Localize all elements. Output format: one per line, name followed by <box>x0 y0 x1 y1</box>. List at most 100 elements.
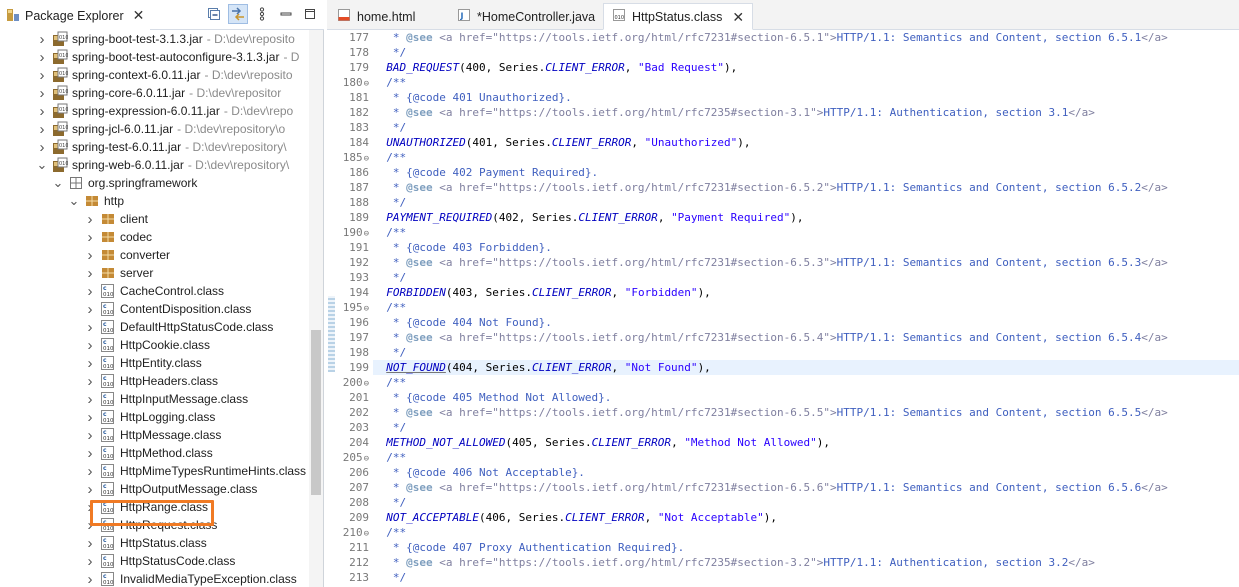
class-file-icon: 010 c <box>100 463 116 479</box>
tree-jar-item[interactable]: › 010 spring-core-6.0.11.jar - D:\dev\repos… <box>0 84 282 102</box>
chevron-right-icon[interactable]: › <box>84 337 96 354</box>
tree-jar-item[interactable]: ⌄ 010 spring-web-6.0.11.jar - D:\dev\reposi… <box>0 156 289 174</box>
view-menu-icon[interactable] <box>252 4 272 24</box>
tree-class-item[interactable]: › 010 c ContentDisposition.class <box>0 300 252 318</box>
chevron-right-icon[interactable]: › <box>84 265 96 282</box>
line-number: 207 <box>349 480 369 495</box>
chevron-down-icon[interactable]: ⌄ <box>52 175 64 190</box>
chevron-right-icon[interactable]: › <box>36 121 48 138</box>
tree-jar-item[interactable]: › 010 spring-jcl-6.0.11.jar - D:\dev\reposi… <box>0 120 286 138</box>
explorer-scrollbar-thumb[interactable] <box>311 330 321 495</box>
collapse-all-icon[interactable] <box>204 4 224 24</box>
tree-class-item[interactable]: › 010 c HttpStatusCode.class <box>0 552 236 570</box>
code-line: NOT_FOUND(404, Series.CLIENT_ERROR, "Not… <box>373 360 1239 375</box>
chevron-right-icon[interactable]: › <box>84 481 96 498</box>
tree-package-item[interactable]: › client <box>0 210 149 228</box>
fold-collapse-icon[interactable]: ⊖ <box>364 229 369 239</box>
code-view[interactable]: * @see <a href="https://tools.ietf.org/h… <box>373 30 1239 587</box>
chevron-right-icon[interactable]: › <box>84 391 96 408</box>
tree-class-item[interactable]: › 010 c HttpCookie.class <box>0 336 211 354</box>
chevron-right-icon[interactable]: › <box>84 211 96 228</box>
tree-jar-item[interactable]: › 010 spring-context-6.0.11.jar - D:\dev\re… <box>0 66 293 84</box>
fold-collapse-icon[interactable]: ⊖ <box>364 154 369 164</box>
svg-text:010: 010 <box>103 490 114 496</box>
code-line: /** <box>373 301 407 314</box>
close-icon[interactable]: ✕ <box>732 10 744 24</box>
chevron-right-icon[interactable]: › <box>84 463 96 480</box>
tree-package-item[interactable]: › codec <box>0 228 153 246</box>
chevron-right-icon[interactable]: › <box>84 229 96 246</box>
chevron-right-icon[interactable]: › <box>84 355 96 372</box>
tree-class-item[interactable]: › 010 c CacheControl.class <box>0 282 225 300</box>
tree-class-item[interactable]: › 010 c HttpInputMessage.class <box>0 390 249 408</box>
tree-item-label: spring-jcl-6.0.11.jar <box>72 122 174 136</box>
tree-class-item[interactable]: › 010 c DefaultHttpStatusCode.class <box>0 318 274 336</box>
tree-class-item[interactable]: › 010 c HttpLogging.class <box>0 408 216 426</box>
chevron-down-icon[interactable]: ⌄ <box>36 157 48 172</box>
fold-collapse-icon[interactable]: ⊖ <box>364 454 369 464</box>
chevron-right-icon[interactable]: › <box>36 139 48 156</box>
fold-collapse-icon[interactable]: ⊖ <box>364 304 369 314</box>
chevron-right-icon[interactable]: › <box>36 31 48 48</box>
series-constant: CLIENT_ERROR <box>551 136 632 149</box>
svg-text:010: 010 <box>59 71 68 77</box>
chevron-right-icon[interactable]: › <box>84 247 96 264</box>
svg-text:c: c <box>103 555 107 562</box>
tree-jar-item[interactable]: › 010 spring-boot-test-3.1.3.jar - D:\dev\r… <box>0 30 295 48</box>
svg-text:c: c <box>103 285 107 292</box>
editor-tab[interactable]: J *HomeController.java <box>449 3 603 30</box>
tree-item-label: ContentDisposition.class <box>120 302 252 316</box>
chevron-right-icon[interactable]: › <box>84 301 96 318</box>
tree-package-item[interactable]: ⌄ http <box>0 192 124 210</box>
chevron-right-icon[interactable]: › <box>84 373 96 390</box>
chevron-right-icon[interactable]: › <box>84 445 96 462</box>
series-constant: CLIENT_ERROR <box>531 361 612 374</box>
class-file-icon: 010 <box>612 8 626 25</box>
tree-class-item[interactable]: › 010 c HttpEntity.class <box>0 354 202 372</box>
reason-phrase: "Not Acceptable" <box>657 511 764 524</box>
jar-icon: 010 <box>52 121 69 137</box>
chevron-right-icon[interactable]: › <box>84 535 96 552</box>
close-icon[interactable]: ✕ <box>133 9 145 23</box>
chevron-right-icon[interactable]: › <box>84 283 96 300</box>
tree-class-item[interactable]: › 010 c HttpStatus.class <box>0 534 207 552</box>
chevron-right-icon[interactable]: › <box>36 49 48 66</box>
chevron-down-icon[interactable]: ⌄ <box>68 193 80 208</box>
package-icon <box>84 193 100 209</box>
chevron-right-icon[interactable]: › <box>84 409 96 426</box>
package-icon <box>100 265 116 281</box>
fold-collapse-icon[interactable]: ⊖ <box>364 79 369 89</box>
class-file-icon: 010 c <box>100 337 116 353</box>
editor-tab[interactable]: 010 HttpStatus.class ✕ <box>603 3 754 30</box>
tree-class-item[interactable]: › 010 c HttpOutputMessage.class <box>0 480 258 498</box>
package-icon <box>100 211 116 227</box>
tree-class-item[interactable]: › 010 c HttpMimeTypesRuntimeHints.class <box>0 462 307 480</box>
editor-tab[interactable]: home.html <box>329 3 423 30</box>
chevron-right-icon[interactable]: › <box>36 85 48 102</box>
line-number-text: 190 <box>342 226 363 239</box>
minimize-icon[interactable] <box>276 4 296 24</box>
tree-class-item[interactable]: › 010 c HttpMessage.class <box>0 426 222 444</box>
link-with-editor-icon[interactable] <box>228 4 248 24</box>
maximize-icon[interactable] <box>300 4 320 24</box>
tree-package-item[interactable]: › server <box>0 264 154 282</box>
tree-package-item[interactable]: › converter <box>0 246 171 264</box>
tree-class-item[interactable]: › 010 c InvalidMediaTypeException.class <box>0 570 297 587</box>
chevron-right-icon[interactable]: › <box>84 571 96 587</box>
chevron-right-icon[interactable]: › <box>84 553 96 570</box>
fold-collapse-icon[interactable]: ⊖ <box>364 379 369 389</box>
tree-jar-item[interactable]: › 010 spring-expression-6.0.11.jar - D:\dev… <box>0 102 294 120</box>
tree-package-item[interactable]: ⌄ org.springframework <box>0 174 198 192</box>
explorer-scrollbar[interactable] <box>309 30 323 587</box>
tree-class-item[interactable]: › 010 c HttpHeaders.class <box>0 372 219 390</box>
package-explorer-tab[interactable]: Package Explorer ✕ <box>0 2 151 30</box>
fold-collapse-icon[interactable]: ⊖ <box>364 529 369 539</box>
tree-class-item[interactable]: › 010 c HttpMethod.class <box>0 444 213 462</box>
tree-jar-item[interactable]: › 010 spring-boot-test-autoconfigure-3.1.3… <box>0 48 300 66</box>
chevron-right-icon[interactable]: › <box>84 319 96 336</box>
line-number: 201 <box>349 390 369 405</box>
chevron-right-icon[interactable]: › <box>36 103 48 120</box>
chevron-right-icon[interactable]: › <box>84 427 96 444</box>
chevron-right-icon[interactable]: › <box>36 67 48 84</box>
tree-jar-item[interactable]: › 010 spring-test-6.0.11.jar - D:\dev\repos… <box>0 138 287 156</box>
